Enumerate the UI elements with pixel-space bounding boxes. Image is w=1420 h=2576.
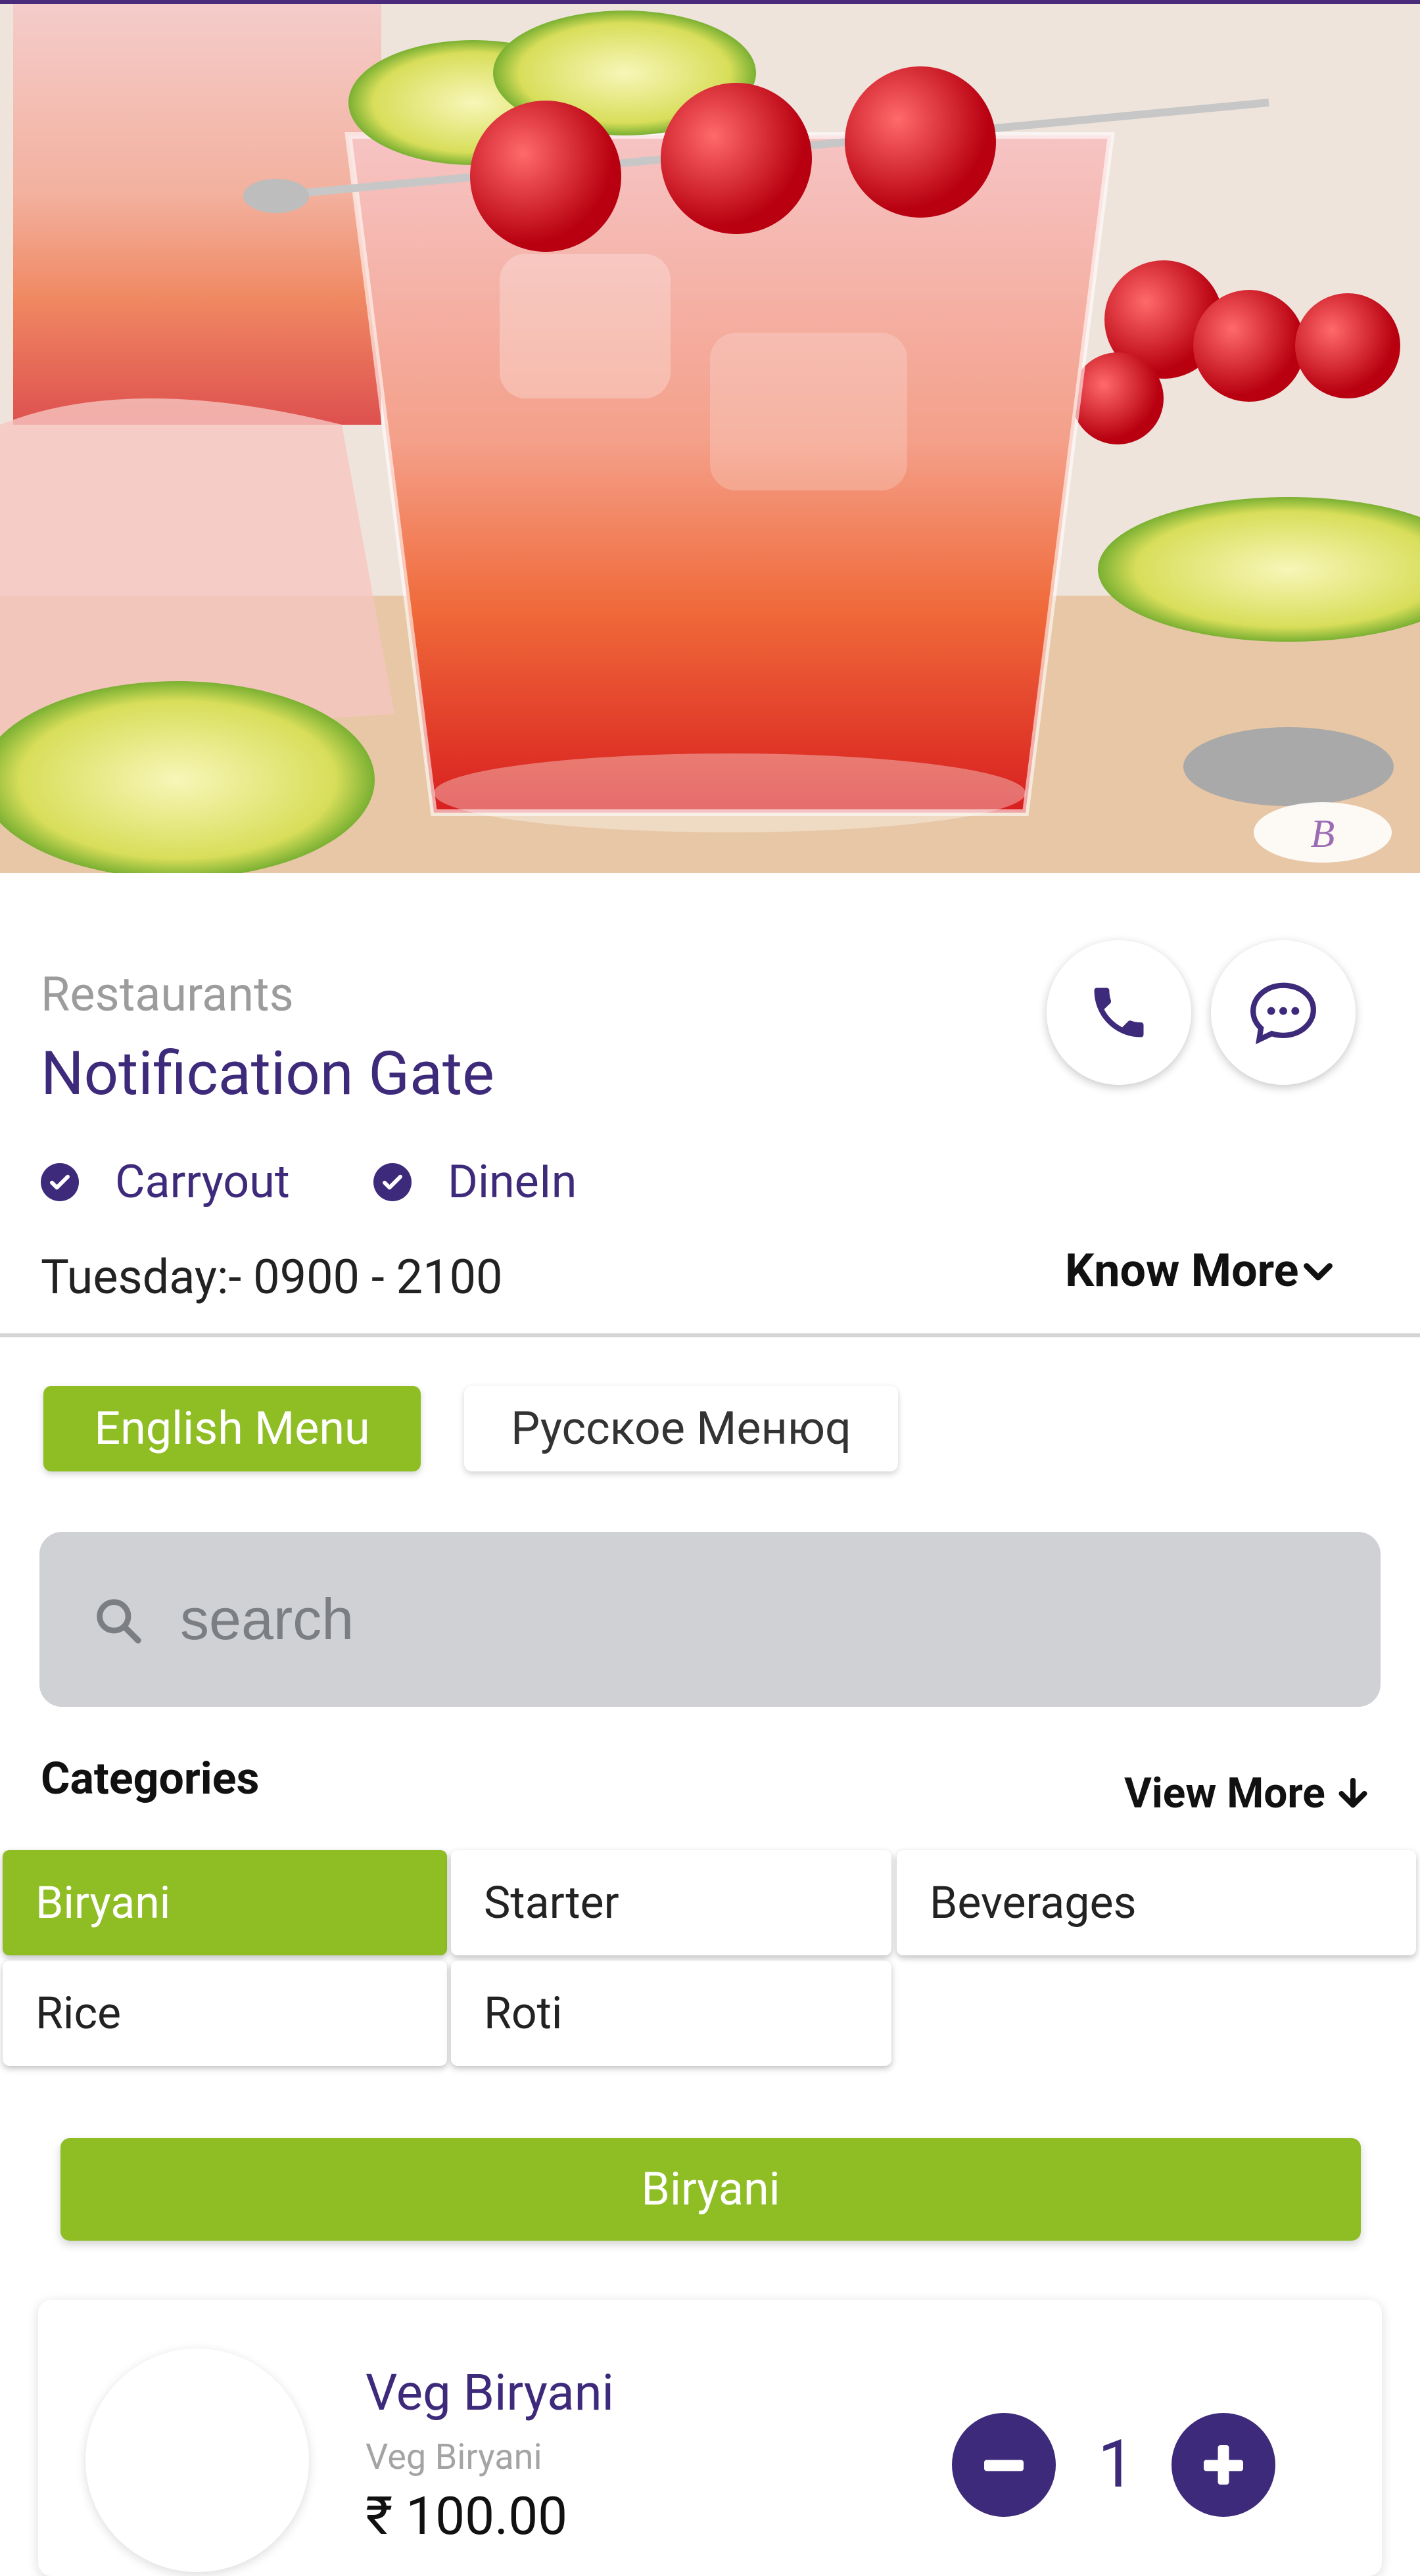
product-image xyxy=(85,2349,309,2572)
product-price: ₹ 100.00 xyxy=(366,2485,568,2547)
view-more-label: View More xyxy=(1124,1769,1325,1818)
categories-title: Categories xyxy=(41,1752,260,1805)
know-more-label: Know More xyxy=(1065,1244,1299,1298)
know-more-button[interactable]: Know More xyxy=(1065,1244,1338,1298)
category-chip-biryani[interactable]: Biryani xyxy=(3,1850,447,1955)
product-description: Veg Biryani xyxy=(366,2437,542,2478)
check-circle-icon xyxy=(373,1163,412,1201)
minus-icon xyxy=(984,2460,1024,2471)
product-name: Veg Biryani xyxy=(366,2363,615,2422)
category-chip-roti[interactable]: Roti xyxy=(451,1961,891,2066)
phone-icon xyxy=(1094,988,1144,1038)
svg-text:B: B xyxy=(1311,812,1335,855)
category-chip-beverages[interactable]: Beverages xyxy=(897,1850,1416,1955)
opening-hours: Tuesday:- 0900 - 2100 xyxy=(41,1249,503,1305)
chat-button[interactable] xyxy=(1211,940,1356,1085)
view-more-button[interactable]: View More xyxy=(1124,1769,1373,1818)
chat-icon xyxy=(1250,982,1316,1045)
page-title: Notification Gate xyxy=(41,1039,494,1109)
divider xyxy=(0,1333,1420,1337)
service-carryout: Carryout xyxy=(41,1155,290,1209)
search-input[interactable] xyxy=(179,1566,1299,1673)
drink-photo: B xyxy=(0,4,1420,873)
service-dinein: DineIn xyxy=(373,1155,577,1209)
arrow-down-icon xyxy=(1338,1777,1367,1807)
tab-english-menu[interactable]: English Menu xyxy=(43,1386,421,1471)
category-chip-starter[interactable]: Starter xyxy=(451,1850,891,1955)
plus-icon xyxy=(1204,2445,1243,2485)
increase-quantity-button[interactable] xyxy=(1172,2413,1275,2517)
check-circle-icon xyxy=(41,1163,79,1201)
service-label: DineIn xyxy=(448,1155,577,1209)
chevron-down-icon xyxy=(1304,1263,1333,1281)
section-header: Biryani xyxy=(60,2138,1361,2241)
service-label: Carryout xyxy=(115,1155,290,1209)
tab-russian-menu[interactable]: Русское Менюq xyxy=(464,1386,898,1471)
call-button[interactable] xyxy=(1047,940,1191,1085)
page-subtitle: Restaurants xyxy=(41,966,294,1022)
quantity-value: 1 xyxy=(1097,2426,1135,2503)
search-icon xyxy=(97,1599,141,1644)
category-chip-rice[interactable]: Rice xyxy=(3,1961,447,2066)
decrease-quantity-button[interactable] xyxy=(952,2413,1056,2517)
hero-image: B xyxy=(0,0,1420,873)
